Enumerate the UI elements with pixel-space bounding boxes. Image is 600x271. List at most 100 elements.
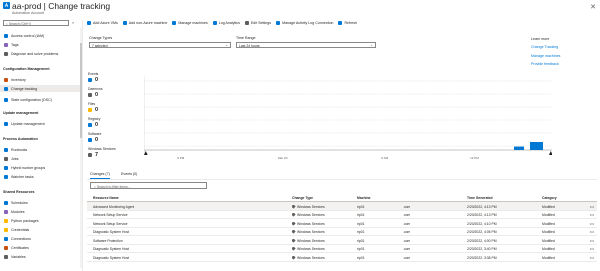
column-header-time-generated[interactable]: Time Generated bbox=[467, 196, 493, 200]
sidebar-item-diagnose[interactable]: Diagnose and solve problems bbox=[0, 50, 80, 57]
table-row[interactable]: Network Setup Service Windows Services rip… bbox=[87, 211, 597, 219]
edit-settings-button[interactable]: Edit Settings bbox=[244, 21, 271, 25]
refresh-icon bbox=[338, 21, 343, 25]
category-count-files: 0 bbox=[88, 107, 98, 113]
sidebar-item-runbooks[interactable]: Runbooks bbox=[0, 146, 80, 153]
sidebar-item-state-configuration[interactable]: State configuration (DSC) bbox=[0, 96, 80, 103]
sidebar-item-schedules[interactable]: Schedules bbox=[0, 199, 80, 206]
sidebar-item-inventory[interactable]: Inventory bbox=[0, 76, 80, 83]
time-generated-cell: 2/20/2022, 4:05 PM bbox=[467, 230, 497, 234]
sidebar-item-label: Diagnose and solve problems bbox=[11, 51, 59, 56]
sidebar-item-access-control[interactable]: Access control (IAM) bbox=[0, 32, 80, 39]
more-options-icon[interactable]: ••• bbox=[590, 246, 594, 251]
table-row[interactable]: Software Protection Windows Services rip01… bbox=[87, 236, 597, 245]
resource-name-cell: Network Setup Service bbox=[93, 213, 128, 217]
time-generated-cell: 2/20/2022, 4:00 PM bbox=[467, 238, 497, 243]
more-options-icon[interactable]: ••• bbox=[590, 255, 594, 260]
category-label-software: Software bbox=[88, 132, 102, 136]
automation-account-icon bbox=[3, 2, 10, 9]
table-row[interactable]: Diagnostic System Host Windows Services ri… bbox=[87, 245, 597, 253]
time-generated-cell: 2/20/2022, 4:10 PM bbox=[467, 221, 497, 226]
sidebar-item-modules[interactable]: Modules bbox=[0, 208, 80, 215]
more-options-icon[interactable]: ••• bbox=[590, 229, 594, 234]
sidebar-item-label: Watcher tasks bbox=[11, 174, 34, 179]
column-header-machine[interactable]: Machine bbox=[357, 196, 371, 200]
more-options-icon[interactable]: ••• bbox=[590, 238, 594, 243]
section-process-automation: Process Automation bbox=[3, 137, 38, 141]
link-manage-machines[interactable]: Manage machines bbox=[531, 54, 560, 58]
sidebar-item-jobs[interactable]: Jobs bbox=[0, 155, 80, 162]
category-count: 0 bbox=[95, 137, 99, 143]
time-range-dropdown[interactable]: Last 24 hours ⌄ bbox=[236, 42, 376, 48]
software-icon bbox=[88, 138, 92, 142]
sidebar-search-input[interactable]: ⌕ Search (Ctrl+/) bbox=[3, 20, 69, 26]
column-header-change-type[interactable]: Change Type bbox=[292, 196, 313, 200]
category-cell: Modified bbox=[542, 247, 555, 251]
table-row[interactable]: Diagnostic System Host Windows Services ri… bbox=[87, 228, 597, 236]
category-count-windows-services: 7 bbox=[88, 152, 98, 158]
sidebar-item-python-packages[interactable]: Python packages bbox=[0, 217, 80, 224]
sidebar-item-credentials[interactable]: Credentials bbox=[0, 226, 80, 233]
key-icon bbox=[4, 227, 8, 232]
change-timeline-chart: Events 0 Daemons 0 Files 0 Registry 0 So… bbox=[87, 70, 555, 170]
tag-icon bbox=[4, 42, 8, 47]
more-options-icon[interactable]: ••• bbox=[590, 212, 594, 217]
module-icon bbox=[4, 209, 8, 214]
machine-name-cell: rip01 bbox=[357, 213, 365, 217]
collapse-sidebar-icon[interactable]: « bbox=[72, 20, 74, 25]
column-header-category[interactable]: Category bbox=[542, 196, 557, 200]
time-window-start-marker[interactable] bbox=[144, 151, 148, 155]
log-analytics-button[interactable]: Log Analytics bbox=[212, 21, 240, 25]
sidebar-item-variables[interactable]: Variables bbox=[0, 253, 80, 260]
registry-icon bbox=[88, 123, 92, 127]
tab-events[interactable]: Events (0) bbox=[121, 172, 137, 178]
change-type-cell: Windows Services bbox=[292, 230, 325, 234]
windows-services-bar[interactable] bbox=[530, 142, 543, 150]
section-update-management: Update management bbox=[3, 111, 39, 115]
windows-services-bar[interactable] bbox=[514, 146, 524, 150]
add-azure-vms-button[interactable]: Add Azure VMs bbox=[87, 21, 118, 25]
x-tick-label: Mar 20 bbox=[278, 156, 288, 160]
more-options-icon[interactable]: ••• bbox=[590, 204, 594, 209]
category-label-registry: Registry bbox=[88, 117, 101, 121]
connection-icon bbox=[4, 236, 8, 241]
sidebar-item-tags[interactable]: Tags bbox=[0, 41, 80, 48]
change-types-dropdown[interactable]: 7 selected ⌄ bbox=[89, 42, 231, 48]
watcher-icon bbox=[4, 174, 8, 179]
close-icon[interactable]: ✕ bbox=[590, 3, 596, 11]
refresh-button[interactable]: Refresh bbox=[338, 21, 357, 25]
resource-name-cell: Diagnostic System Host bbox=[93, 230, 129, 234]
more-options-icon[interactable]: ••• bbox=[590, 221, 594, 226]
link-change-tracking[interactable]: Change Tracking bbox=[531, 45, 560, 49]
sidebar-item-connections[interactable]: Connections bbox=[0, 235, 80, 242]
manage-activity-log-connection-button[interactable]: Manage Activity Log Connection bbox=[276, 21, 333, 25]
sidebar-scrollbar[interactable] bbox=[80, 28, 82, 268]
time-window-end-marker[interactable] bbox=[549, 151, 552, 155]
sidebar-item-hybrid-worker-groups[interactable]: Hybrid worker groups bbox=[0, 164, 80, 171]
filter-items-input[interactable]: ⌕ Search to filter items... bbox=[90, 182, 207, 189]
sidebar-item-watcher-tasks[interactable]: Watcher tasks bbox=[0, 173, 80, 180]
scrollbar-thumb[interactable] bbox=[80, 43, 82, 138]
table-row[interactable]: Network Setup Service Windows Services rip… bbox=[87, 219, 597, 228]
section-shared-resources: Shared Resources bbox=[3, 190, 35, 194]
link-provide-feedback[interactable]: Provide feedback bbox=[531, 62, 560, 66]
change-type-text: Windows Services bbox=[297, 238, 325, 243]
sidebar-item-change-tracking[interactable]: Change tracking bbox=[0, 85, 80, 92]
toolbar-label: Log Analytics bbox=[218, 21, 240, 25]
table-header-row: Resource Name Change Type Machine Time G… bbox=[87, 193, 597, 202]
results-tabs: Changes (7) Events (0) bbox=[87, 172, 597, 180]
column-header-resource-name[interactable]: Resource Name bbox=[93, 196, 119, 200]
schedule-icon bbox=[4, 200, 8, 205]
sidebar-item-certificates[interactable]: Certificates bbox=[0, 244, 80, 251]
manage-machines-button[interactable]: Manage machines bbox=[172, 21, 208, 25]
jobs-icon bbox=[4, 156, 8, 161]
table-row[interactable]: Advanced Monitoring Agent Windows Service… bbox=[87, 202, 597, 211]
change-type-text: Windows Services bbox=[297, 204, 325, 209]
sidebar-item-update-management[interactable]: Update management bbox=[0, 120, 80, 127]
service-icon bbox=[292, 238, 296, 243]
add-non-azure-machine-button[interactable]: Add non-Azure machine bbox=[122, 21, 168, 25]
tab-changes[interactable]: Changes (7) bbox=[90, 172, 110, 179]
toolbar-label: Add non-Azure machine bbox=[128, 21, 168, 25]
table-row[interactable]: Diagnostic System Host Windows Services ri… bbox=[87, 253, 597, 262]
sidebar-item-label: Update management bbox=[11, 121, 45, 126]
